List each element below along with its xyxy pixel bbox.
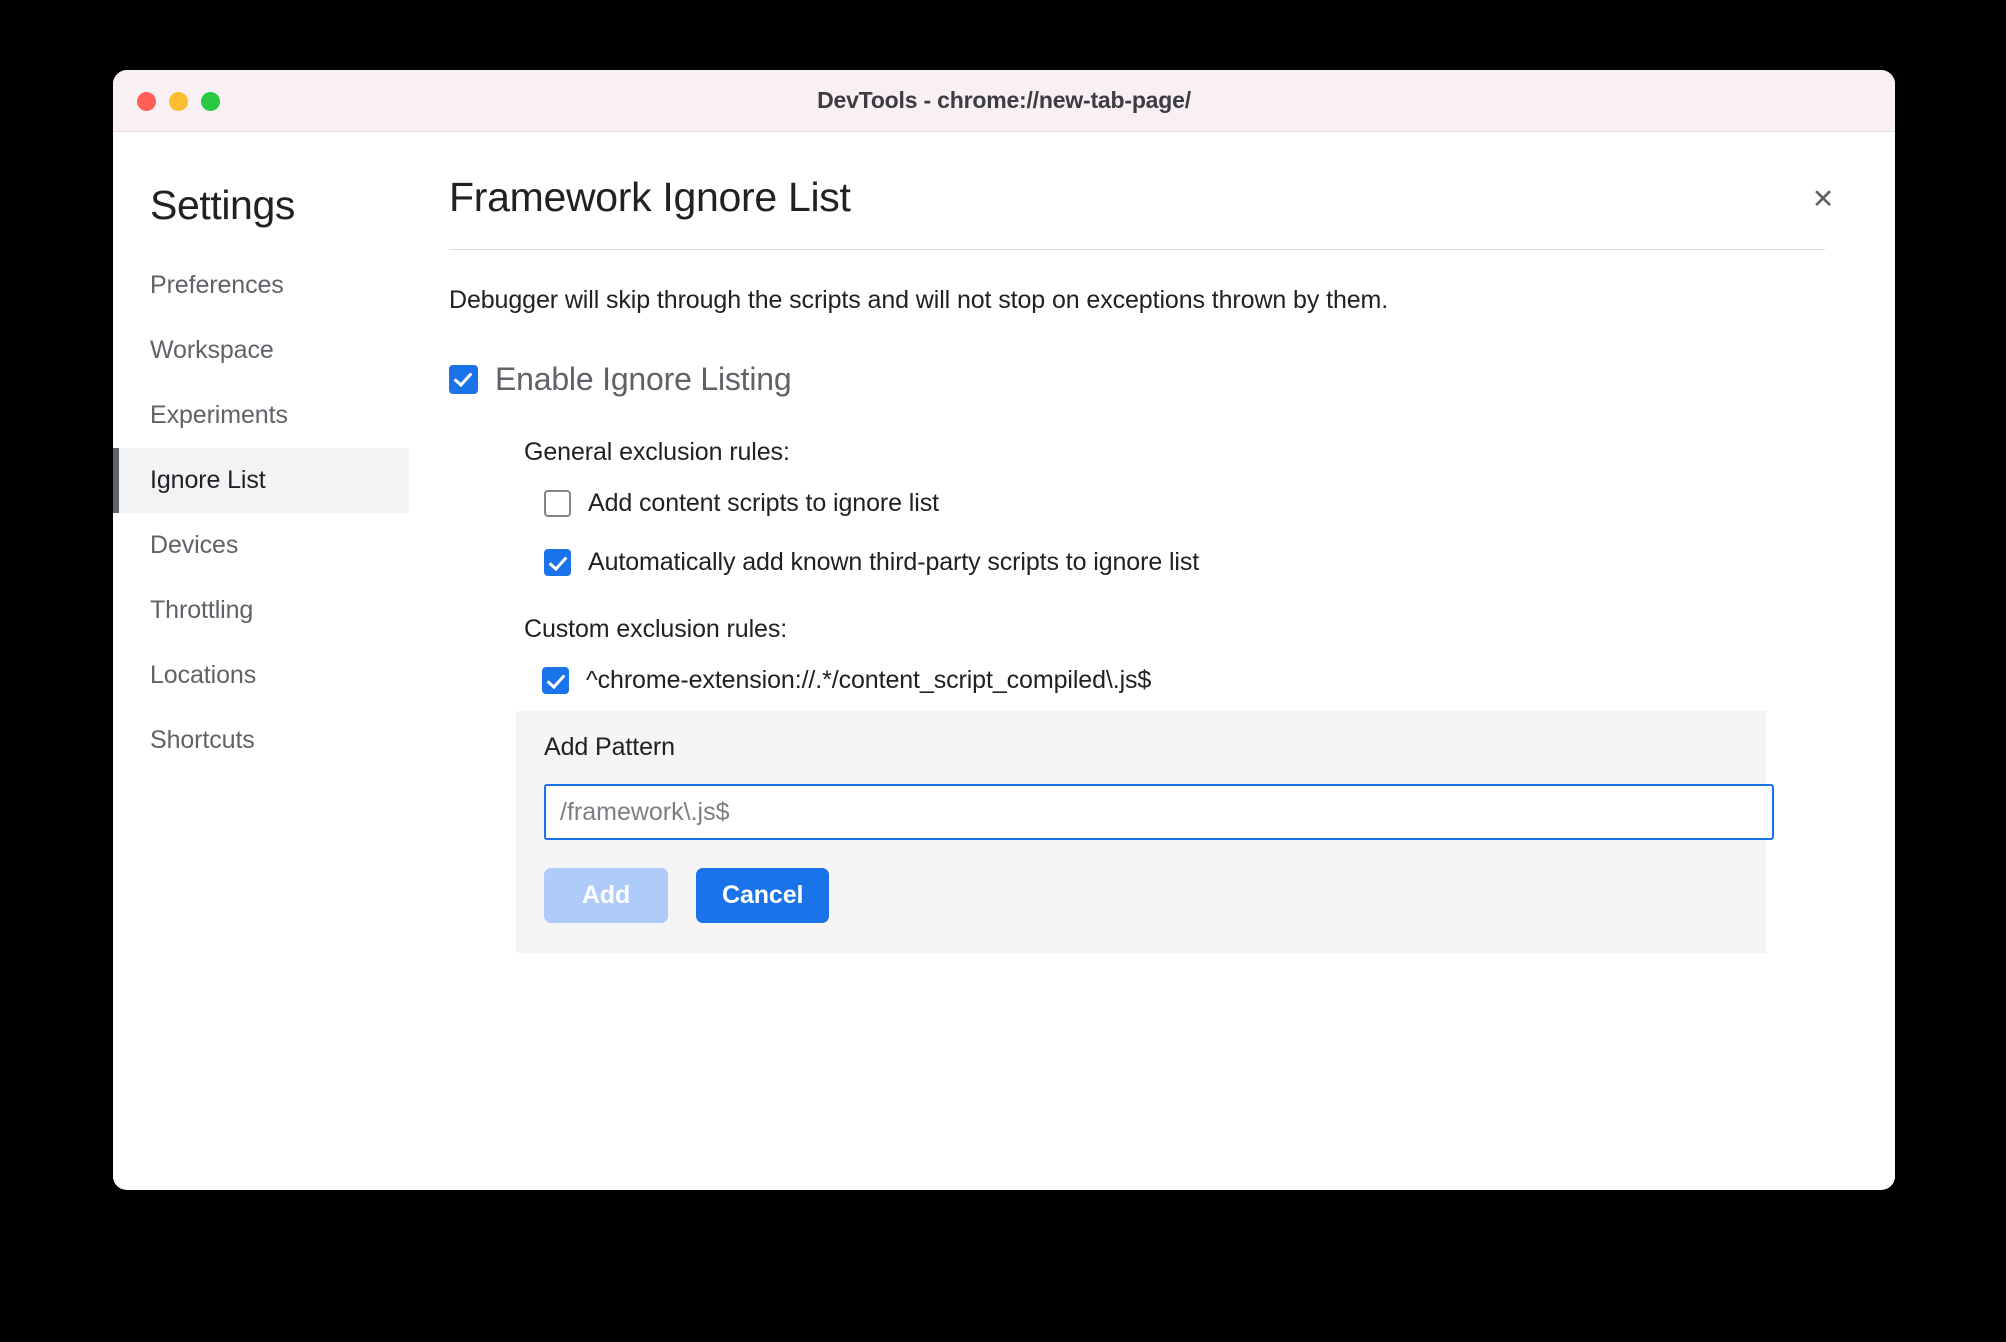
general-rules-label: General exclusion rules: — [524, 438, 790, 466]
sidebar-item-workspace[interactable]: Workspace — [113, 318, 409, 383]
page-title: Framework Ignore List — [449, 174, 851, 220]
sidebar-item-label: Workspace — [150, 336, 274, 364]
checkbox-checked-icon[interactable] — [542, 667, 569, 694]
settings-sidebar: Settings Preferences Workspace Experimen… — [113, 132, 409, 1189]
sidebar-item-preferences[interactable]: Preferences — [113, 253, 409, 318]
screen: DevTools - chrome://new-tab-page/ ✕ Sett… — [0, 0, 2006, 1342]
window-body: ✕ Settings Preferences Workspace Experim… — [113, 132, 1895, 1189]
add-content-scripts-label: Add content scripts to ignore list — [588, 489, 939, 517]
settings-title: Settings — [150, 182, 295, 228]
add-content-scripts-checkbox-row[interactable]: Add content scripts to ignore list — [524, 489, 1825, 518]
sidebar-item-label: Devices — [150, 531, 239, 559]
window-title: DevTools - chrome://new-tab-page/ — [817, 87, 1191, 113]
auto-add-third-party-label: Automatically add known third-party scri… — [588, 548, 1200, 576]
sidebar-item-label: Preferences — [150, 271, 284, 299]
sidebar-item-ignore-list[interactable]: Ignore List — [113, 448, 409, 513]
close-window-button[interactable] — [137, 91, 156, 111]
sidebar-item-locations[interactable]: Locations — [113, 643, 409, 708]
maximize-window-button[interactable] — [201, 91, 220, 111]
checkbox-checked-icon[interactable] — [449, 365, 478, 394]
sidebar-item-shortcuts[interactable]: Shortcuts — [113, 708, 409, 773]
sidebar-item-label: Locations — [150, 661, 257, 689]
window-titlebar: DevTools - chrome://new-tab-page/ — [113, 70, 1895, 132]
settings-main-panel: Framework Ignore List Debugger will skip… — [409, 132, 1895, 1189]
checkbox-unchecked-icon[interactable] — [544, 490, 571, 517]
add-pattern-title: Add Pattern — [544, 733, 675, 761]
add-pattern-panel: Add Pattern Add Cancel — [516, 711, 1774, 953]
add-pattern-input[interactable] — [544, 784, 1774, 840]
sidebar-item-label: Throttling — [150, 596, 254, 624]
custom-rules-label: Custom exclusion rules: — [524, 615, 788, 643]
sidebar-item-label: Ignore List — [150, 466, 266, 494]
rules-section: General exclusion rules: Add content scr… — [449, 438, 1825, 953]
cancel-button[interactable]: Cancel — [696, 868, 830, 923]
sidebar-item-label: Experiments — [150, 401, 288, 429]
enable-ignore-listing-label: Enable Ignore Listing — [495, 361, 792, 397]
minimize-window-button[interactable] — [169, 91, 188, 111]
auto-add-third-party-checkbox-row[interactable]: Automatically add known third-party scri… — [524, 548, 1825, 577]
add-pattern-buttons: Add Cancel — [544, 868, 1738, 923]
sidebar-item-throttling[interactable]: Throttling — [113, 578, 409, 643]
checkbox-checked-icon[interactable] — [544, 549, 571, 576]
add-button[interactable]: Add — [544, 868, 668, 923]
sidebar-item-label: Shortcuts — [150, 726, 255, 754]
custom-pattern-label: ^chrome-extension://.*/content_script_co… — [586, 666, 1152, 694]
enable-ignore-listing-checkbox-row[interactable]: Enable Ignore Listing — [449, 361, 1825, 398]
sidebar-item-devices[interactable]: Devices — [113, 513, 409, 578]
title-divider — [449, 249, 1825, 250]
custom-pattern-row[interactable]: ^chrome-extension://.*/content_script_co… — [524, 666, 1825, 695]
devtools-window: DevTools - chrome://new-tab-page/ ✕ Sett… — [113, 70, 1895, 1190]
traffic-lights — [137, 70, 220, 132]
panel-description: Debugger will skip through the scripts a… — [449, 286, 1389, 314]
sidebar-item-experiments[interactable]: Experiments — [113, 383, 409, 448]
